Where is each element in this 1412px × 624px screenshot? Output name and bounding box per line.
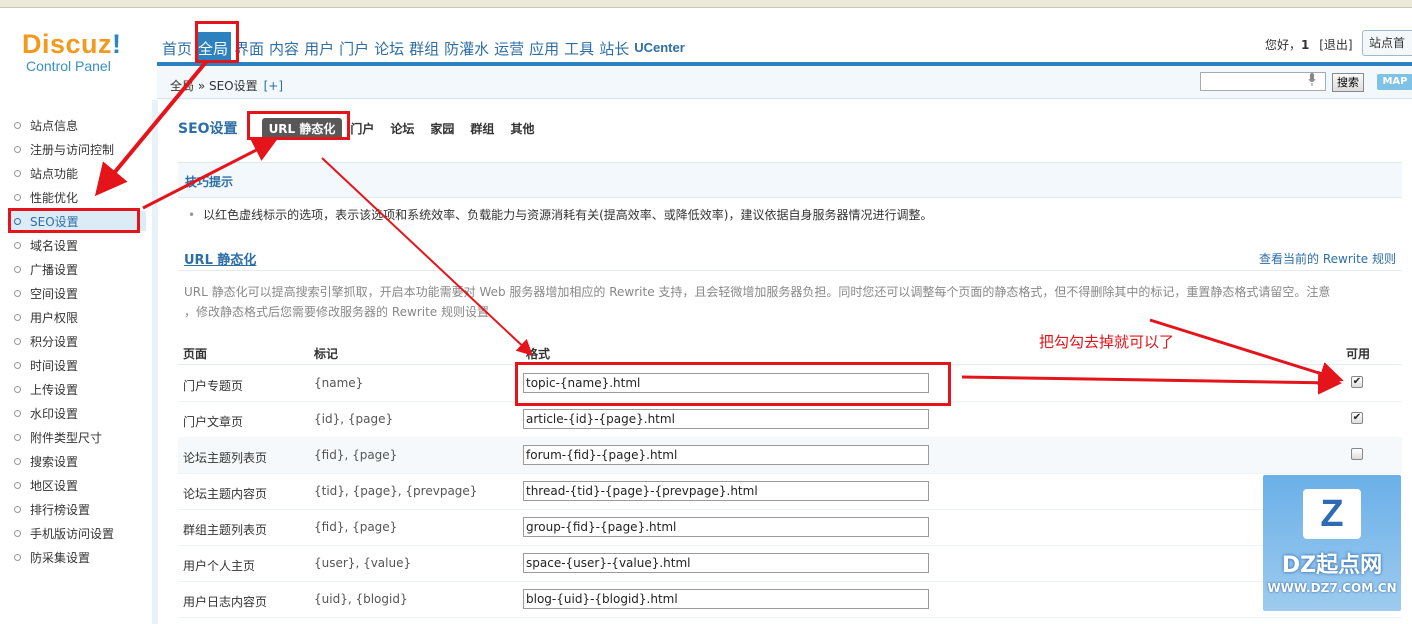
watermark-logo-icon: Z (1303, 489, 1361, 539)
watermark-logo: Z DZ起点网 WWW.DZ7.COM.CN (1263, 475, 1401, 611)
arrow-format-to-checkbox (961, 370, 1342, 395)
arrow-seo-to-tab (142, 139, 278, 210)
annotation-arrows (94, 60, 1344, 395)
arrow-tab-to-format (321, 157, 533, 356)
watermark-name: DZ起点网 (1281, 553, 1383, 578)
watermark-url: WWW.DZ7.COM.CN (1267, 581, 1397, 595)
arrow-nav-to-seo (94, 60, 208, 197)
arrow-text-to-checkbox (1149, 318, 1344, 386)
